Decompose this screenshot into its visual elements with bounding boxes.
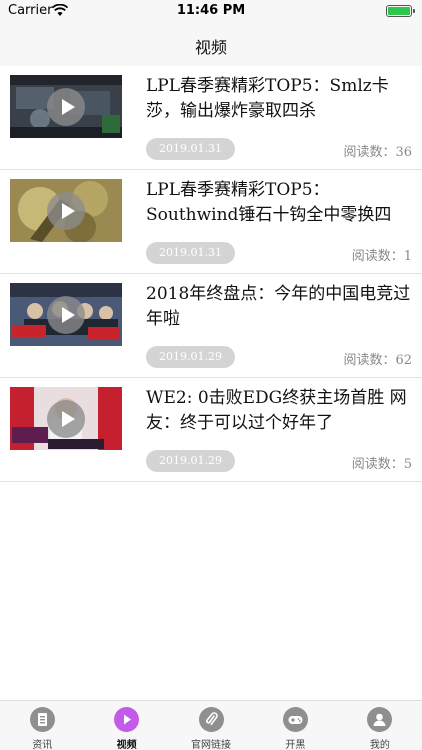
paperclip-icon (198, 707, 224, 732)
gamepad-icon (282, 707, 308, 732)
tab-label: 视频 (116, 740, 137, 750)
tab-label: 资讯 (32, 740, 53, 750)
video-thumbnail[interactable] (10, 179, 122, 242)
video-item[interactable]: LPL春季赛精彩TOP5：Southwind锤石十钩全中零换四 2019.01.… (0, 170, 422, 274)
tab-label: 官网链接 (191, 740, 232, 750)
read-count: 阅读数：36 (343, 145, 412, 160)
play-icon[interactable] (47, 192, 85, 230)
video-title[interactable]: WE2: 0击败EDG终获主场首胜 网友：终于可以过个好年了 (146, 386, 414, 436)
tab-video[interactable]: 视频 (84, 701, 168, 750)
user-icon (367, 707, 393, 732)
read-count: 阅读数：5 (351, 457, 412, 472)
video-thumbnail[interactable] (10, 283, 122, 346)
video-thumbnail[interactable] (10, 75, 122, 138)
read-count: 阅读数：62 (343, 353, 412, 368)
play-icon (114, 707, 140, 732)
clock: 11:46 PM (176, 3, 246, 18)
tab-news[interactable]: 资讯 (0, 701, 84, 750)
video-item[interactable]: 2018年终盘点：今年的中国电竞过年啦 2019.01.29 阅读数：62 (0, 274, 422, 378)
read-count: 阅读数：1 (351, 249, 412, 264)
tab-official-link[interactable]: 官网链接 (169, 701, 253, 750)
tab-bar: 资讯 视频 官网链接 开黑 我的 (0, 700, 422, 750)
video-list: LPL春季赛精彩TOP5：Smlz卡莎，输出爆炸豪取四杀 2019.01.31 … (0, 66, 422, 482)
battery-cap (413, 9, 415, 13)
tab-label: 我的 (369, 740, 390, 750)
play-icon[interactable] (47, 88, 85, 126)
tab-profile[interactable]: 我的 (338, 701, 422, 750)
video-thumbnail[interactable] (10, 387, 122, 450)
video-item[interactable]: WE2: 0击败EDG终获主场首胜 网友：终于可以过个好年了 2019.01.2… (0, 378, 422, 482)
video-date-badge: 2019.01.29 (146, 346, 235, 368)
tab-label: 开黑 (285, 740, 306, 750)
video-title[interactable]: 2018年终盘点：今年的中国电竞过年啦 (146, 282, 414, 332)
document-icon (29, 707, 55, 732)
battery-icon (386, 5, 412, 17)
video-date-badge: 2019.01.29 (146, 450, 235, 472)
video-date-badge: 2019.01.31 (146, 242, 235, 264)
navigation-bar: 视频 (0, 22, 422, 66)
video-title[interactable]: LPL春季赛精彩TOP5：Smlz卡莎，输出爆炸豪取四杀 (146, 74, 414, 124)
page-title: 视频 (194, 38, 227, 57)
play-icon[interactable] (47, 296, 85, 334)
tab-team-up[interactable]: 开黑 (253, 701, 337, 750)
video-item[interactable]: LPL春季赛精彩TOP5：Smlz卡莎，输出爆炸豪取四杀 2019.01.31 … (0, 66, 422, 170)
video-date-badge: 2019.01.31 (146, 138, 235, 160)
play-icon[interactable] (47, 400, 85, 438)
video-title[interactable]: LPL春季赛精彩TOP5：Southwind锤石十钩全中零换四 (146, 178, 414, 228)
status-bar: Carrier 11:46 PM (0, 0, 422, 22)
